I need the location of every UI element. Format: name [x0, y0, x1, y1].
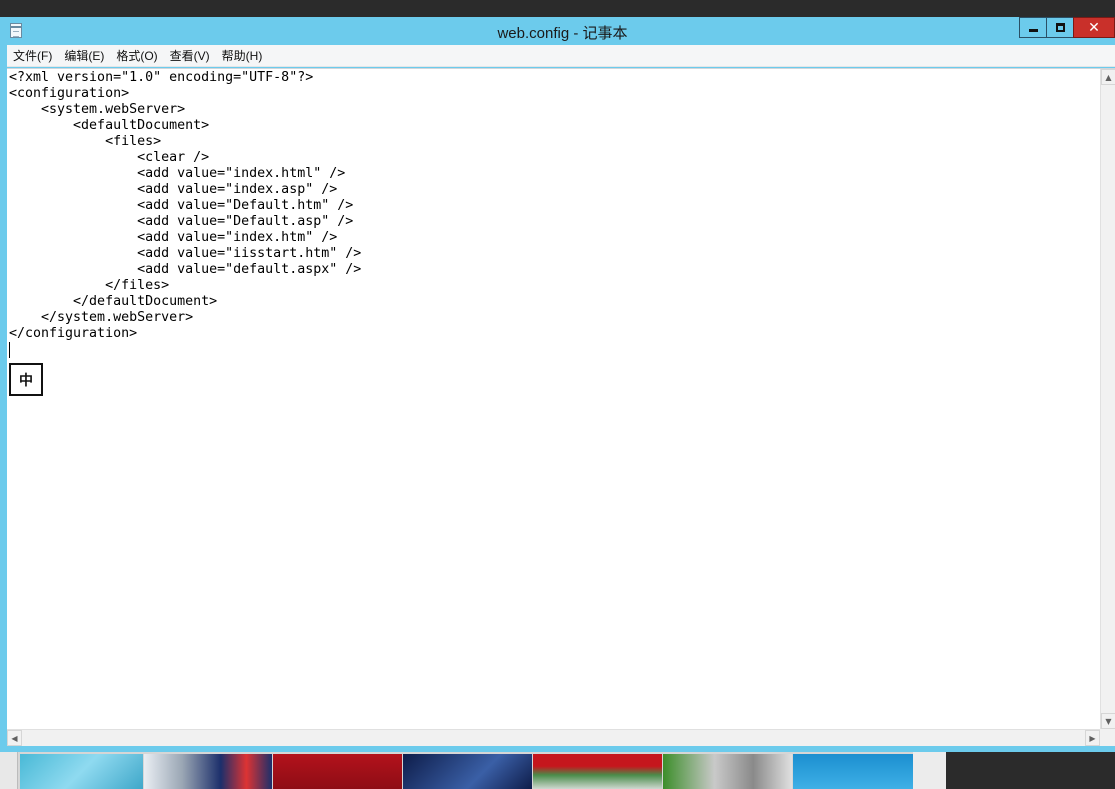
menu-format[interactable]: 格式(O) [110, 45, 163, 67]
desktop-top-strip [0, 0, 1115, 17]
thumbnail-3 [273, 754, 402, 789]
minimize-icon [1028, 29, 1038, 32]
scroll-left-icon[interactable]: ◀ [7, 730, 22, 746]
thumbnail-7 [793, 754, 913, 789]
background-image-strip [0, 752, 1115, 789]
scroll-up-icon[interactable]: ▲ [1101, 69, 1115, 85]
title-bar[interactable]: web.config - 记事本 ✕ [0, 17, 1115, 45]
vertical-scrollbar[interactable]: ▲ ▼ [1100, 69, 1115, 729]
window-title: web.config - 记事本 [497, 25, 628, 42]
strip-right-dark [946, 752, 1115, 789]
notepad-window: web.config - 记事本 ✕ 文件(F) 编辑(E) 格式(O) 查看(… [0, 17, 1115, 752]
horizontal-scrollbar[interactable]: ◀ ▶ [7, 729, 1100, 746]
menu-bar: 文件(F) 编辑(E) 格式(O) 查看(V) 帮助(H) [7, 45, 1115, 67]
editor-content[interactable]: <?xml version="1.0" encoding="UTF-8"?> <… [9, 70, 361, 342]
text-caret [9, 342, 10, 358]
thumbnail-4 [403, 754, 532, 789]
thumbnail-6 [663, 754, 792, 789]
menu-file[interactable]: 文件(F) [7, 45, 58, 67]
maximize-button[interactable] [1046, 17, 1074, 38]
menu-edit[interactable]: 编辑(E) [58, 45, 110, 67]
thumbnail-5 [533, 754, 662, 789]
maximize-icon [1055, 23, 1065, 32]
menu-view[interactable]: 查看(V) [164, 45, 216, 67]
scroll-down-icon[interactable]: ▼ [1101, 713, 1115, 729]
thumbnail-1 [20, 754, 143, 789]
close-button[interactable]: ✕ [1073, 17, 1115, 38]
strip-left-edge [0, 752, 18, 789]
text-editor[interactable]: <?xml version="1.0" encoding="UTF-8"?> <… [7, 68, 1115, 746]
menu-help[interactable]: 帮助(H) [216, 45, 269, 67]
minimize-button[interactable] [1019, 17, 1047, 38]
close-icon: ✕ [1088, 19, 1100, 36]
strip-gap [913, 752, 946, 789]
scrollbar-corner [1100, 729, 1115, 746]
thumbnail-2 [144, 754, 272, 789]
ime-indicator[interactable]: 中 [9, 363, 43, 396]
scroll-right-icon[interactable]: ▶ [1085, 730, 1100, 746]
